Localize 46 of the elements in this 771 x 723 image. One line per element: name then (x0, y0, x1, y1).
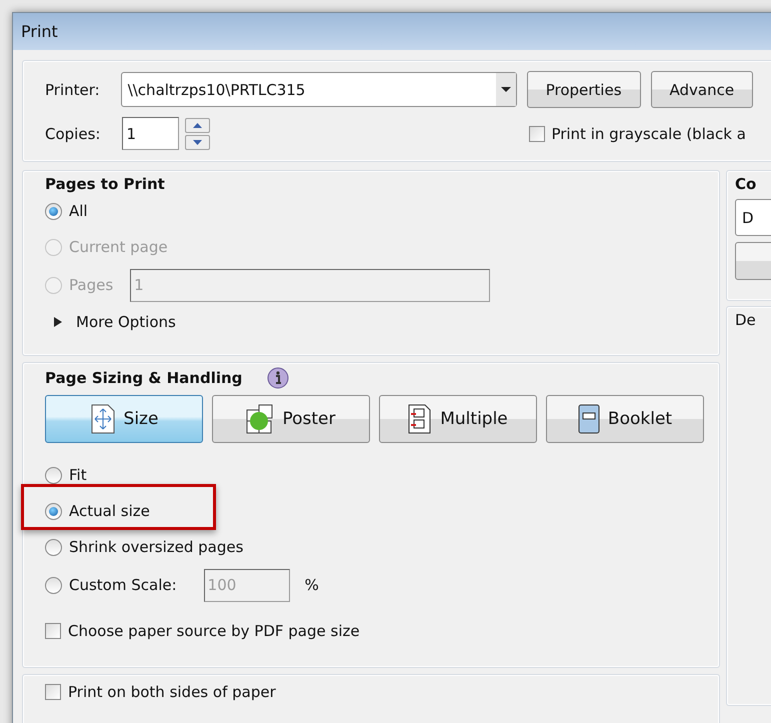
printer-dropdown[interactable]: \\chaltrzps10\PRTLC315 (120, 72, 517, 107)
section-title: Pages to Print (45, 175, 166, 193)
radio-button[interactable] (45, 576, 62, 594)
multiple-pages-icon (408, 404, 432, 434)
window-title: Print (21, 22, 58, 41)
booklet-icon (578, 404, 600, 434)
option-label: Pages (69, 276, 114, 294)
sizing-mode-button[interactable]: Booklet (546, 395, 704, 443)
percent-label: % (304, 576, 319, 594)
copies-label: Copies: (45, 124, 100, 142)
option-label: Fit (69, 466, 87, 484)
option-label: Current page (69, 238, 168, 256)
option-label: Actual size (69, 502, 150, 520)
dialog-button[interactable]: Advance (650, 71, 754, 108)
sizing-mode-button[interactable]: Poster (212, 395, 370, 443)
tiled-pages-icon (246, 404, 274, 434)
printer-label: Printer: (45, 80, 100, 98)
section-title: De (735, 311, 756, 329)
more-options-toggle[interactable]: More Options (45, 305, 719, 339)
option-label: Shrink oversized pages (69, 538, 244, 556)
radio-button[interactable] (45, 466, 62, 484)
info-icon[interactable] (267, 367, 290, 389)
spin-down-button[interactable] (185, 134, 210, 150)
comments-dropdown[interactable]: D (735, 199, 771, 236)
expand-triangle-icon (53, 317, 62, 327)
copies-field[interactable]: 1 (122, 117, 180, 150)
radio-button[interactable] (45, 502, 62, 520)
grayscale-label: Print in grayscale (black a (551, 124, 746, 142)
section-title: Co (735, 175, 758, 193)
up-arrow-icon (193, 122, 202, 128)
radio-button[interactable] (45, 202, 62, 220)
option-label: Custom Scale: (69, 576, 177, 594)
spin-up-button[interactable] (185, 118, 210, 132)
section-title: Page Sizing & Handling (45, 369, 242, 387)
checkbox[interactable] (529, 126, 546, 142)
checkbox[interactable] (45, 623, 61, 639)
sizing-mode-button[interactable]: Multiple (379, 395, 537, 443)
sizing-mode-button[interactable]: Size (45, 395, 203, 443)
checkbox[interactable] (45, 684, 61, 700)
dialog-button[interactable]: Properties (526, 71, 641, 108)
option-label: All (69, 202, 88, 220)
option-label: Choose paper source by PDF page size (68, 622, 360, 640)
radio-button[interactable] (45, 538, 62, 556)
down-arrow-icon (193, 140, 202, 144)
option-label: Print on both sides of paper (68, 683, 276, 701)
resize-arrows-icon (90, 404, 116, 434)
